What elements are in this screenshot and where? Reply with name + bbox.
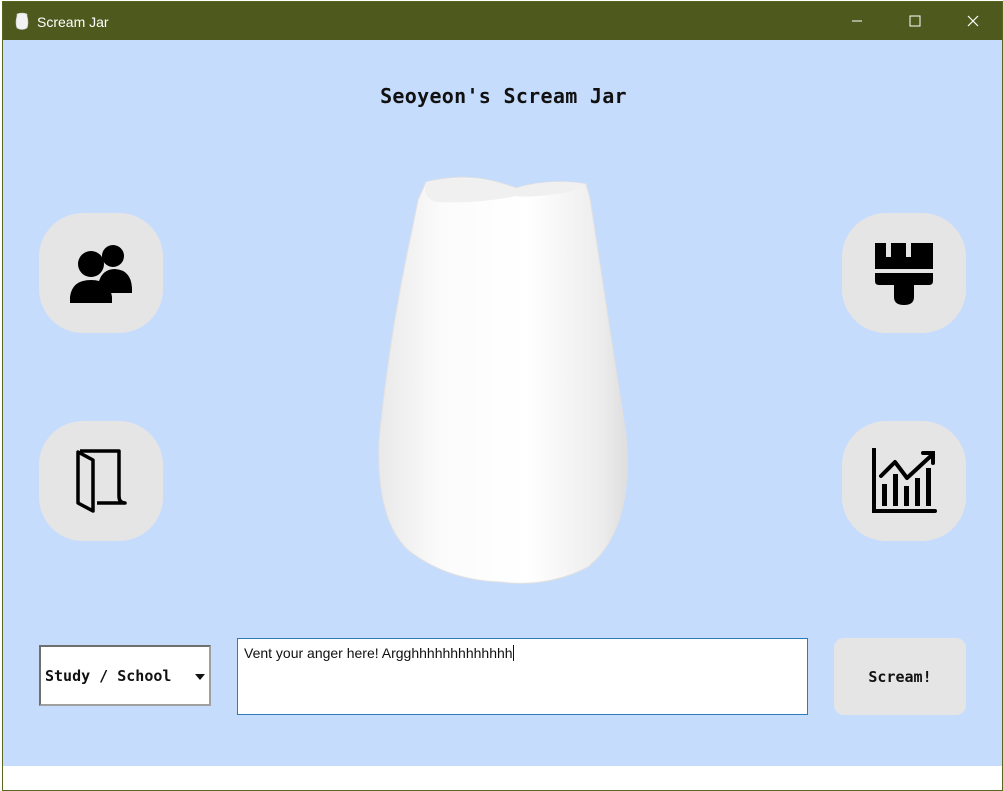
- minimize-icon: [852, 20, 862, 22]
- exit-button[interactable]: [39, 421, 163, 541]
- app-window: Scream Jar Seoyeon's Scream Jar Study / …: [2, 1, 1003, 791]
- scream-jar-image: [378, 176, 628, 584]
- minimize-button[interactable]: [828, 2, 886, 40]
- door-icon: [76, 449, 127, 513]
- maximize-icon: [909, 15, 921, 27]
- stats-button[interactable]: [842, 421, 966, 541]
- category-dropdown[interactable]: Study / School: [39, 645, 211, 706]
- users-icon: [70, 245, 132, 303]
- maximize-button[interactable]: [886, 2, 944, 40]
- page-title: Seoyeon's Scream Jar: [380, 84, 627, 108]
- vent-text-value: Vent your anger here! Argghhhhhhhhhhhhh: [244, 645, 513, 661]
- jar-app-icon: [15, 12, 29, 30]
- chevron-down-icon[interactable]: [195, 674, 205, 680]
- vent-text-input[interactable]: Vent your anger here! Argghhhhhhhhhhhhh: [237, 638, 808, 715]
- window-title: Scream Jar: [37, 14, 109, 30]
- title-bar[interactable]: Scream Jar: [3, 2, 1002, 40]
- scream-button[interactable]: Scream!: [834, 638, 966, 715]
- close-icon: [967, 15, 979, 27]
- category-selected-value: Study / School: [45, 667, 172, 685]
- scream-button-label: Scream!: [868, 667, 932, 686]
- theme-button[interactable]: [842, 213, 966, 333]
- paintbrush-icon: [875, 243, 933, 305]
- main-area: Seoyeon's Scream Jar Study / School Vent…: [3, 40, 1002, 766]
- bar-chart-icon: [872, 448, 937, 513]
- text-caret: [512, 645, 514, 661]
- friends-button[interactable]: [39, 213, 163, 333]
- close-button[interactable]: [944, 2, 1002, 40]
